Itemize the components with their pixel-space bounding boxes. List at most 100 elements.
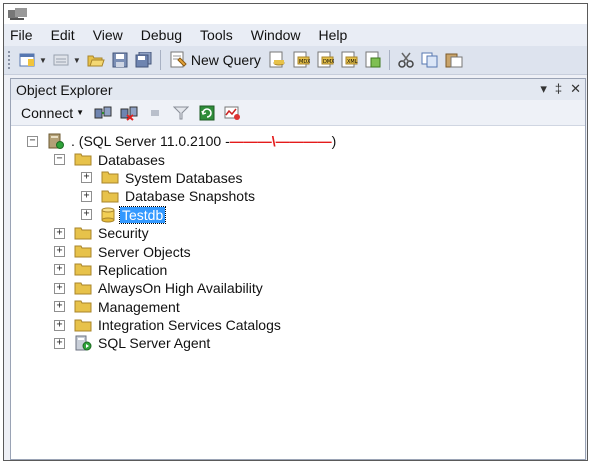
security-label: Security	[98, 225, 149, 242]
tree-node-integration-services[interactable]: + Integration Services Catalogs	[11, 316, 585, 334]
testdb-label: Testdb	[118, 205, 167, 224]
refresh-icon[interactable]	[196, 103, 218, 123]
tree-node-testdb[interactable]: + Testdb	[11, 205, 585, 224]
expand-toggle-icon[interactable]: +	[54, 337, 65, 349]
tree-node-replication[interactable]: + Replication	[11, 261, 585, 279]
save-all-icon[interactable]	[134, 50, 154, 70]
management-label: Management	[98, 298, 180, 315]
database-snapshots-label: Database Snapshots	[125, 188, 255, 205]
app-icon	[8, 8, 27, 20]
folder-icon	[74, 263, 92, 276]
expand-toggle-icon[interactable]: +	[54, 282, 65, 294]
tree-node-server[interactable]: − . (SQL Server 11.0.2100 - ———\————)	[11, 132, 585, 150]
toolbar-separator	[388, 50, 390, 70]
save-icon[interactable]	[110, 50, 130, 70]
menu-help[interactable]: Help	[310, 27, 357, 43]
new-query-button[interactable]: New Query	[169, 51, 261, 69]
object-explorer-tree: − . (SQL Server 11.0.2100 - ———\————) − …	[11, 126, 585, 353]
tree-node-database-snapshots[interactable]: + Database Snapshots	[11, 187, 585, 205]
folder-icon	[101, 171, 119, 184]
server-label: . (SQL Server 11.0.2100 -	[71, 133, 230, 150]
analysis-dmx-query-icon[interactable]: DMX	[315, 50, 335, 70]
folder-icon	[74, 227, 92, 240]
expand-toggle-icon[interactable]: +	[54, 264, 65, 276]
expand-toggle-icon[interactable]: +	[81, 172, 92, 184]
folder-icon	[74, 319, 92, 332]
tree-node-server-objects[interactable]: + Server Objects	[11, 242, 585, 260]
expand-toggle-icon[interactable]: +	[54, 246, 65, 258]
menu-edit[interactable]: Edit	[42, 27, 84, 43]
connect-label: Connect	[21, 104, 74, 121]
menu-debug[interactable]: Debug	[132, 27, 191, 43]
new-query-icon	[170, 51, 187, 68]
disconnect-icon[interactable]	[118, 103, 140, 123]
server-label-close: )	[331, 133, 337, 150]
object-explorer-title: Object Explorer	[16, 81, 113, 98]
menu-tools[interactable]: Tools	[191, 27, 242, 43]
collapse-toggle-icon[interactable]: −	[54, 154, 65, 166]
svg-text:DMX: DMX	[323, 59, 334, 65]
expand-toggle-icon[interactable]: +	[54, 301, 65, 313]
tree-node-databases[interactable]: − Databases	[11, 150, 585, 168]
svg-text:XML: XML	[347, 59, 358, 65]
add-item-dropdown-icon[interactable]: ▼	[73, 56, 81, 65]
tree-node-management[interactable]: + Management	[11, 298, 585, 316]
activity-monitor-icon[interactable]	[222, 103, 244, 123]
menu-file[interactable]: File	[4, 27, 42, 43]
server-connected-icon	[48, 133, 64, 150]
title-bar	[4, 4, 587, 25]
toolbar-separator	[159, 50, 161, 70]
svg-text:MDX: MDX	[299, 59, 310, 65]
sql-agent-icon	[75, 335, 92, 351]
toolbar-grip[interactable]	[8, 51, 13, 69]
expand-toggle-icon[interactable]: +	[54, 319, 65, 331]
sql-compact-query-icon[interactable]	[363, 50, 383, 70]
new-project-icon[interactable]	[18, 50, 38, 70]
server-objects-label: Server Objects	[98, 243, 191, 260]
menu-bar: File Edit View Debug Tools Window Help	[4, 24, 587, 46]
object-explorer-header: Object Explorer ▾ ‡ ✕	[11, 79, 585, 100]
menu-view[interactable]: View	[84, 27, 132, 43]
database-icon	[101, 207, 115, 223]
auto-hide-pin-icon[interactable]: ‡	[555, 81, 562, 97]
tree-node-security[interactable]: + Security	[11, 224, 585, 242]
ssms-window: File Edit View Debug Tools Window Help ▼…	[3, 3, 588, 461]
folder-icon	[74, 300, 92, 313]
stop-icon[interactable]	[144, 103, 166, 123]
panel-controls: ▾ ‡ ✕	[540, 81, 581, 97]
database-engine-query-icon[interactable]	[267, 50, 287, 70]
folder-icon	[74, 282, 92, 295]
close-icon[interactable]: ✕	[570, 81, 581, 97]
analysis-mdx-query-icon[interactable]: MDX	[291, 50, 311, 70]
replication-label: Replication	[98, 261, 168, 278]
analysis-xmla-query-icon[interactable]: XML	[339, 50, 359, 70]
integration-services-label: Integration Services Catalogs	[98, 317, 281, 334]
collapse-toggle-icon[interactable]: −	[27, 135, 38, 147]
expand-toggle-icon[interactable]: +	[81, 209, 92, 221]
open-file-icon[interactable]	[86, 50, 106, 70]
window-position-icon[interactable]: ▾	[540, 81, 547, 97]
new-project-dropdown-icon[interactable]: ▼	[39, 56, 47, 65]
expand-toggle-icon[interactable]: +	[81, 190, 92, 202]
tree-node-alwayson[interactable]: + AlwaysOn High Availability	[11, 279, 585, 297]
paste-icon[interactable]	[444, 50, 464, 70]
server-instance-redacted: ———\————	[229, 133, 332, 150]
connect-button[interactable]: Connect ▼	[21, 105, 84, 121]
connect-dropdown-icon: ▼	[76, 108, 85, 117]
expand-toggle-icon[interactable]: +	[54, 227, 65, 239]
system-databases-label: System Databases	[125, 169, 243, 186]
connect-object-explorer-icon[interactable]	[92, 103, 114, 123]
tree-node-system-databases[interactable]: + System Databases	[11, 169, 585, 187]
filter-icon[interactable]	[170, 103, 192, 123]
new-query-label: New Query	[190, 52, 261, 68]
cut-icon[interactable]	[396, 50, 416, 70]
databases-label: Databases	[98, 151, 165, 168]
menu-window[interactable]: Window	[242, 27, 310, 43]
sql-server-agent-label: SQL Server Agent	[98, 335, 211, 352]
add-item-icon[interactable]	[52, 50, 72, 70]
copy-icon[interactable]	[420, 50, 440, 70]
folder-icon	[74, 153, 92, 166]
object-explorer-panel: Object Explorer ▾ ‡ ✕ Connect ▼ − . (SQL…	[10, 78, 586, 460]
standard-toolbar: ▼ ▼ New Query MDX DMX XML	[4, 46, 587, 75]
tree-node-sql-server-agent[interactable]: + SQL Server Agent	[11, 334, 585, 352]
